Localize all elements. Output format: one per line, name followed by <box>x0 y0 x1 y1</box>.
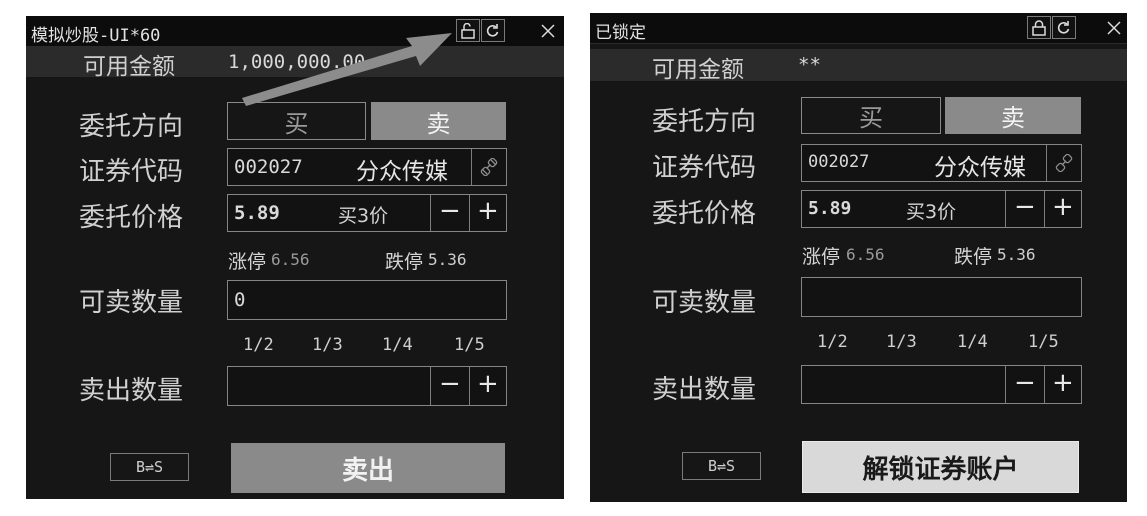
stock-name: 分众传媒 <box>934 155 1026 181</box>
divider <box>430 367 431 405</box>
trade-window-unlocked: 模拟炒股-UI*60 可用金额 1,000,000.00 委托方向 买 卖 证券… <box>26 16 564 499</box>
fraction-quarter[interactable]: 1/4 <box>957 332 988 352</box>
close-icon <box>1107 20 1121 35</box>
title-bar: 已锁定 <box>590 13 1127 44</box>
refresh-button[interactable] <box>1052 16 1076 39</box>
code-input[interactable]: 002027 分众传媒 <box>801 144 1082 182</box>
sell-qty-label: 卖出数量 <box>79 376 184 406</box>
refresh-icon <box>1057 20 1070 34</box>
divider <box>1044 191 1045 227</box>
switch-buy-sell-button[interactable]: B⇌S <box>110 453 189 481</box>
fraction-half[interactable]: 1/2 <box>243 335 274 355</box>
price-value: 5.89 <box>808 198 852 219</box>
balance-label: 可用金额 <box>83 54 175 80</box>
qty-minus-button[interactable]: − <box>1014 368 1036 398</box>
sellable-label: 可卖数量 <box>79 288 184 318</box>
trade-window-locked: 已锁定 可用金额 ** 委托方向 买 卖 证券代码 002027 分众传媒 委托… <box>590 13 1127 502</box>
limit-down-value: 5.36 <box>428 250 467 269</box>
title-bar: 模拟炒股-UI*60 <box>26 16 564 47</box>
fraction-third[interactable]: 1/3 <box>312 335 343 355</box>
fraction-fifth[interactable]: 1/5 <box>1028 332 1059 352</box>
price-minus-button[interactable]: − <box>439 196 461 226</box>
limit-up-label: 涨停 <box>802 246 841 268</box>
fraction-quarter[interactable]: 1/4 <box>382 335 413 355</box>
refresh-icon <box>486 23 499 37</box>
balance-value: 1,000,000.00 <box>228 51 366 73</box>
divider <box>1046 145 1047 181</box>
window-title: 已锁定 <box>595 23 646 43</box>
divider <box>1005 191 1006 227</box>
qty-plus-button[interactable]: + <box>477 369 499 399</box>
price-input[interactable]: 5.89 买3价 − + <box>801 190 1082 228</box>
unlock-icon <box>461 22 475 39</box>
limit-up-value: 6.56 <box>271 250 310 269</box>
lock-button[interactable] <box>1027 16 1051 39</box>
price-label: 委托价格 <box>79 203 184 233</box>
price-minus-button[interactable]: − <box>1014 192 1036 222</box>
limit-down-value: 5.36 <box>997 245 1036 264</box>
divider <box>469 367 470 405</box>
divider <box>1005 366 1006 403</box>
limit-up-label: 涨停 <box>228 251 267 273</box>
link-icon[interactable] <box>480 158 498 176</box>
balance-value: ** <box>798 54 821 76</box>
buy-toggle[interactable]: 买 <box>227 102 366 140</box>
qty-minus-button[interactable]: − <box>439 369 461 399</box>
link-icon[interactable] <box>1055 154 1073 172</box>
divider <box>430 195 431 231</box>
buy-toggle[interactable]: 买 <box>801 97 941 134</box>
code-input[interactable]: 002027 分众传媒 <box>227 148 507 186</box>
sellable-label: 可卖数量 <box>652 288 757 318</box>
lock-icon <box>1032 19 1046 36</box>
fraction-half[interactable]: 1/2 <box>817 332 848 352</box>
sell-submit-button[interactable]: 卖出 <box>231 443 505 493</box>
limit-down-label: 跌停 <box>954 246 993 268</box>
price-plus-button[interactable]: + <box>477 196 499 226</box>
balance-label: 可用金额 <box>652 57 744 83</box>
code-value: 002027 <box>808 152 870 172</box>
window-title: 模拟炒股-UI*60 <box>31 26 161 46</box>
sell-qty-input[interactable]: − + <box>227 366 507 406</box>
price-type[interactable]: 买3价 <box>338 201 388 228</box>
qty-plus-button[interactable]: + <box>1052 368 1074 398</box>
unlock-account-button[interactable]: 解锁证券账户 <box>802 441 1079 493</box>
balance-row: 可用金额 ** <box>590 49 1127 83</box>
close-button[interactable] <box>537 19 559 42</box>
divider <box>469 195 470 231</box>
close-button[interactable] <box>1103 16 1125 39</box>
price-type[interactable]: 买3价 <box>906 197 956 224</box>
divider <box>471 149 472 185</box>
direction-label: 委托方向 <box>652 107 757 137</box>
code-label: 证券代码 <box>652 153 757 183</box>
sell-toggle[interactable]: 卖 <box>371 102 506 140</box>
limit-up-value: 6.56 <box>846 245 885 264</box>
price-input[interactable]: 5.89 买3价 − + <box>227 194 507 232</box>
code-value: 002027 <box>234 156 303 178</box>
sellable-field <box>801 277 1082 317</box>
direction-label: 委托方向 <box>79 112 184 142</box>
stock-name: 分众传媒 <box>356 159 448 185</box>
limit-down-label: 跌停 <box>385 251 424 273</box>
price-plus-button[interactable]: + <box>1052 192 1074 222</box>
sell-qty-input[interactable]: − + <box>801 365 1082 404</box>
close-icon <box>541 23 555 38</box>
switch-buy-sell-button[interactable]: B⇌S <box>682 452 761 480</box>
fraction-fifth[interactable]: 1/5 <box>454 335 485 355</box>
price-value: 5.89 <box>234 202 280 224</box>
code-label: 证券代码 <box>79 157 184 187</box>
unlock-button[interactable] <box>456 19 480 42</box>
sellable-value: 0 <box>234 289 246 311</box>
sell-toggle[interactable]: 卖 <box>945 97 1081 134</box>
price-label: 委托价格 <box>652 199 757 229</box>
divider <box>1044 366 1045 403</box>
sellable-field: 0 <box>227 280 507 320</box>
fraction-third[interactable]: 1/3 <box>886 332 917 352</box>
sell-qty-label: 卖出数量 <box>652 375 757 405</box>
refresh-button[interactable] <box>481 19 505 42</box>
balance-row: 可用金额 1,000,000.00 <box>26 47 564 80</box>
